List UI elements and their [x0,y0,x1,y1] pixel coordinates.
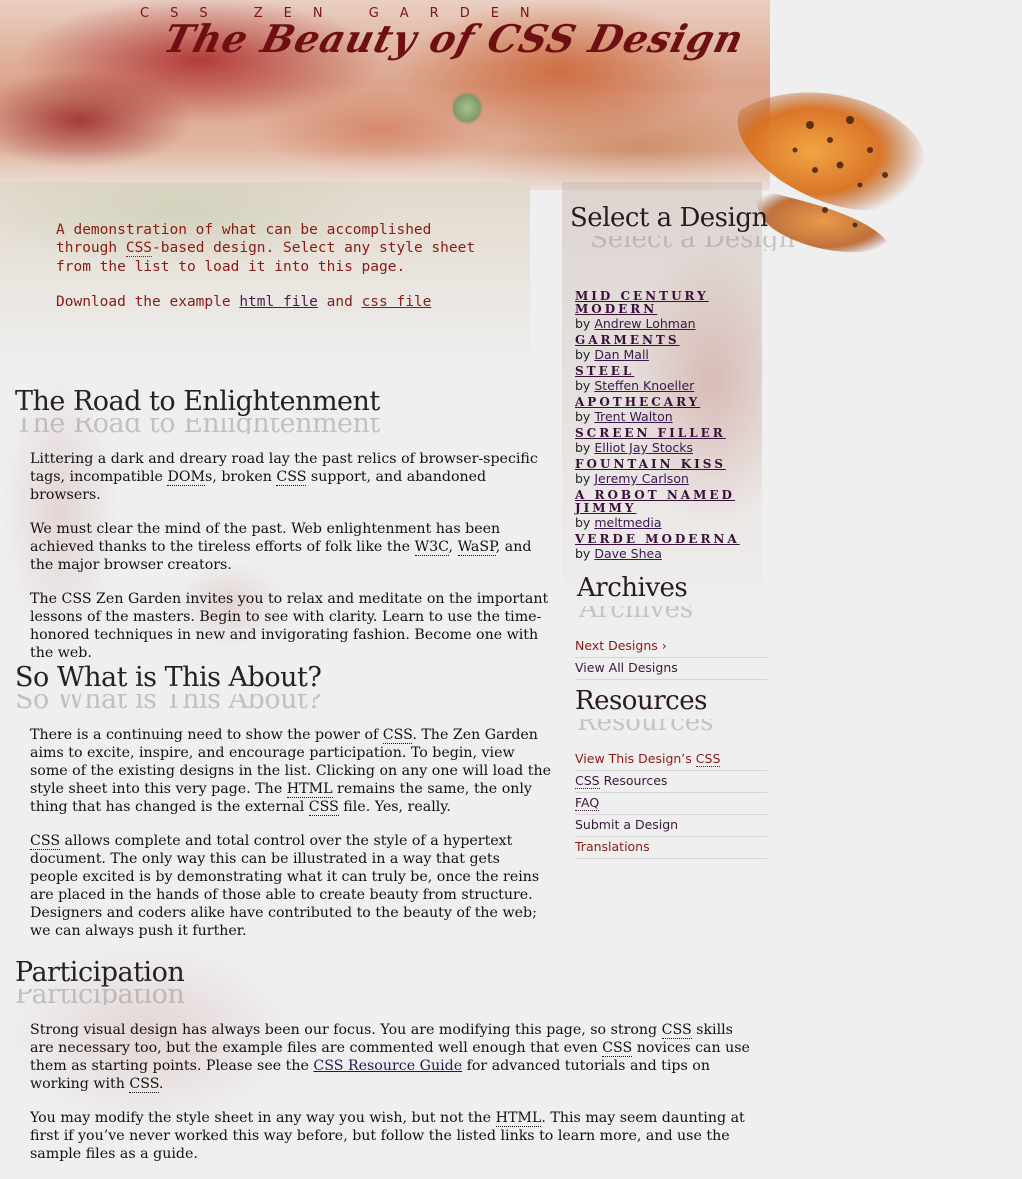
designer-link[interactable]: Andrew Lohman [594,316,695,331]
abbr-dom: DOM [167,469,206,486]
road-paragraph-3: The CSS Zen Garden invites you to relax … [30,591,549,661]
intro-summary: A demonstration of what can be accomplis… [56,221,496,329]
by-label: by [575,347,591,362]
abbr-css: CSS [382,727,413,744]
resources-item: Translations [575,837,767,859]
section-title-shadow: So What is This About? [15,694,322,710]
archives-title-shadow: Archives [579,606,694,621]
submit-design-link[interactable]: Submit a Design [575,817,678,832]
by-label: by [575,440,591,455]
design-item: Screen Filler by Elliot Jay Stocks [575,427,775,456]
abbr-css: CSS [695,751,721,767]
design-link[interactable]: Garments [575,334,775,347]
resources-item: Submit a Design [575,815,767,837]
designer-link[interactable]: Elliot Jay Stocks [594,440,693,455]
abbr-css: CSS [125,240,153,258]
css-resources-link[interactable]: CSS Resources [575,773,667,789]
site-tagline: The Beauty of CSS Design [159,16,749,61]
section-participation: Strong visual design has always been our… [30,1021,760,1179]
design-item: Fountain Kiss by Jeremy Carlson [575,458,775,487]
archives-list: Next Designs › View All Designs [575,636,767,680]
by-label: by [575,409,591,424]
designer-link[interactable]: Trent Walton [594,409,672,424]
view-all-designs-link[interactable]: View All Designs [575,660,678,675]
select-design-title-shadow: Select a Design [590,236,796,251]
abbr-css: CSS [308,799,339,816]
design-link[interactable]: A Robot Named Jimmy [575,489,775,515]
about-paragraph-1: There is a continuing need to show the p… [30,727,551,816]
about-paragraph-2: CSS allows complete and total control ov… [30,833,540,939]
resources-title-shadow: Resources [577,719,714,734]
abbr-faq: FAQ [575,795,600,811]
designer-link[interactable]: Dave Shea [594,546,662,561]
resources-item: View This Design’s CSS [575,749,767,771]
road-paragraph-2: We must clear the mind of the past. Web … [30,521,532,573]
resources-list: View This Design’s CSS CSS Resources FAQ… [575,749,767,859]
html-file-link[interactable]: html file [239,294,318,310]
section-title-participation: Participation [15,957,185,988]
design-item: Verde Moderna by Dave Shea [575,533,775,562]
archives-item: Next Designs › [575,636,767,658]
design-link[interactable]: Steel [575,365,775,378]
css-resource-guide-link[interactable]: CSS Resource Guide [313,1058,462,1074]
design-item: Garments by Dan Mall [575,334,775,363]
view-design-css-link[interactable]: View This Design’s CSS [575,751,721,767]
abbr-css: CSS [129,1076,159,1093]
abbr-css: CSS [661,1022,692,1039]
design-item: Mid Century Modern by Andrew Lohman [575,290,775,332]
participation-paragraph-2: You may modify the style sheet in any wa… [30,1110,745,1162]
archives-item: View All Designs [575,658,767,680]
resources-item: CSS Resources [575,771,767,793]
design-item: A Robot Named Jimmy by meltmedia [575,489,775,531]
by-label: by [575,316,591,331]
faq-link[interactable]: FAQ [575,795,600,811]
select-design-title: Select a Design [570,203,768,233]
resources-title: Resources [575,686,707,716]
section-title-shadow: Participation [15,989,185,1005]
css-file-link[interactable]: css file [362,294,432,310]
design-item: Apothecary by Trent Walton [575,396,775,425]
design-link[interactable]: Screen Filler [575,427,775,440]
design-link[interactable]: Apothecary [575,396,775,409]
design-item: Steel by Steffen Knoeller [575,365,775,394]
section-about: There is a continuing need to show the p… [30,726,552,956]
designer-link[interactable]: Dan Mall [594,347,649,362]
next-designs-link[interactable]: Next Designs › [575,638,667,653]
abbr-css: CSS [575,773,600,789]
abbr-css: CSS [276,469,307,486]
abbr-html: HTML [495,1110,542,1127]
by-label: by [575,515,591,530]
intro-text: A demonstration of what can be accomplis… [56,222,476,275]
participation-paragraph-1: Strong visual design has always been our… [30,1022,750,1093]
section-road: Littering a dark and dreary road lay the… [30,450,552,678]
abbr-html: HTML [286,781,333,798]
design-link[interactable]: Verde Moderna [575,533,775,546]
abbr-css: CSS [602,1040,633,1057]
archives-title: Archives [577,573,688,603]
by-label: by [575,378,591,393]
designer-link[interactable]: meltmedia [594,515,661,530]
translations-link[interactable]: Translations [575,839,650,854]
resources-item: FAQ [575,793,767,815]
paint-blot [452,92,482,124]
design-link[interactable]: Mid Century Modern [575,290,775,316]
abbr-w3c: W3C [414,539,449,556]
section-title-road: The Road to Enlightenment [15,386,380,417]
intro-download: Download the example html file and css f… [56,294,432,311]
section-title-about: So What is This About? [15,662,322,693]
design-list: Mid Century Modern by Andrew Lohman Garm… [575,290,775,564]
section-title-shadow: The Road to Enlightenment [15,418,380,434]
designer-link[interactable]: Jeremy Carlson [594,471,689,486]
designer-link[interactable]: Steffen Knoeller [594,378,694,393]
design-link[interactable]: Fountain Kiss [575,458,775,471]
by-label: by [575,471,591,486]
abbr-wasp: WaSP [457,539,496,556]
by-label: by [575,546,591,561]
road-paragraph-1: Littering a dark and dreary road lay the… [30,451,538,503]
abbr-css: CSS [30,833,61,850]
